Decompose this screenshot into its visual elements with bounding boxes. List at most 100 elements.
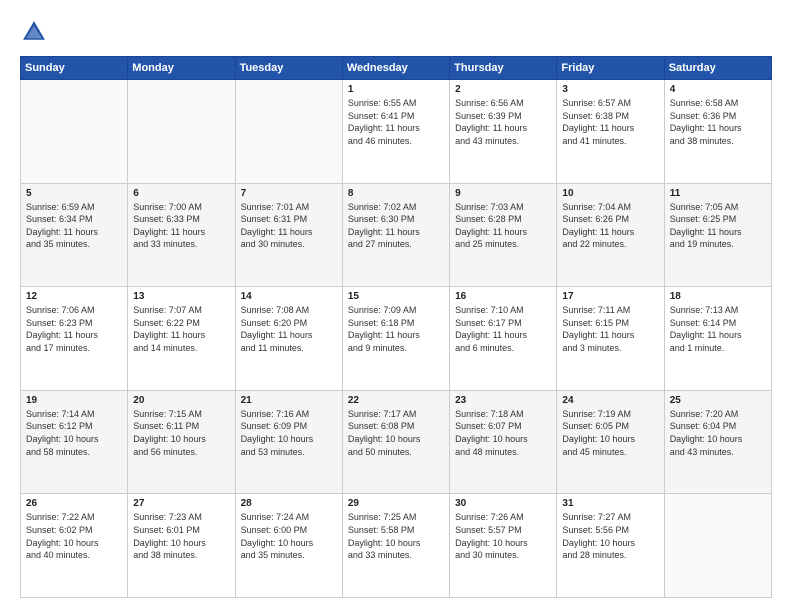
day-info: Sunrise: 7:03 AM Sunset: 6:28 PM Dayligh… [455,201,551,251]
day-info: Sunrise: 7:27 AM Sunset: 5:56 PM Dayligh… [562,511,658,561]
weekday-header: Thursday [450,57,557,80]
weekday-header: Wednesday [342,57,449,80]
day-number: 17 [562,291,658,302]
day-info: Sunrise: 6:58 AM Sunset: 6:36 PM Dayligh… [670,97,766,147]
day-info: Sunrise: 7:08 AM Sunset: 6:20 PM Dayligh… [241,304,337,354]
calendar-row: 26 Sunrise: 7:22 AM Sunset: 6:02 PM Dayli… [21,494,772,598]
day-number: 2 [455,84,551,95]
weekday-header: Sunday [21,57,128,80]
calendar-cell [21,80,128,184]
day-number: 23 [455,395,551,406]
day-info: Sunrise: 7:00 AM Sunset: 6:33 PM Dayligh… [133,201,229,251]
day-number: 10 [562,188,658,199]
day-number: 9 [455,188,551,199]
day-info: Sunrise: 7:26 AM Sunset: 5:57 PM Dayligh… [455,511,551,561]
calendar-cell: 28 Sunrise: 7:24 AM Sunset: 6:00 PM Dayli… [235,494,342,598]
calendar-cell: 8 Sunrise: 7:02 AM Sunset: 6:30 PM Daylig… [342,183,449,287]
calendar-cell: 30 Sunrise: 7:26 AM Sunset: 5:57 PM Dayli… [450,494,557,598]
day-number: 20 [133,395,229,406]
calendar-cell: 6 Sunrise: 7:00 AM Sunset: 6:33 PM Daylig… [128,183,235,287]
calendar-cell: 17 Sunrise: 7:11 AM Sunset: 6:15 PM Dayli… [557,287,664,391]
day-info: Sunrise: 7:17 AM Sunset: 6:08 PM Dayligh… [348,408,444,458]
day-number: 11 [670,188,766,199]
calendar-header-row: SundayMondayTuesdayWednesdayThursdayFrid… [21,57,772,80]
weekday-header: Friday [557,57,664,80]
day-info: Sunrise: 7:23 AM Sunset: 6:01 PM Dayligh… [133,511,229,561]
day-info: Sunrise: 7:06 AM Sunset: 6:23 PM Dayligh… [26,304,122,354]
day-info: Sunrise: 7:19 AM Sunset: 6:05 PM Dayligh… [562,408,658,458]
day-number: 5 [26,188,122,199]
calendar-cell: 31 Sunrise: 7:27 AM Sunset: 5:56 PM Dayli… [557,494,664,598]
page: SundayMondayTuesdayWednesdayThursdayFrid… [0,0,792,612]
calendar-table: SundayMondayTuesdayWednesdayThursdayFrid… [20,56,772,598]
day-number: 14 [241,291,337,302]
calendar-cell: 5 Sunrise: 6:59 AM Sunset: 6:34 PM Daylig… [21,183,128,287]
day-number: 15 [348,291,444,302]
calendar-cell: 16 Sunrise: 7:10 AM Sunset: 6:17 PM Dayli… [450,287,557,391]
weekday-header: Tuesday [235,57,342,80]
day-number: 29 [348,498,444,509]
calendar-cell [664,494,771,598]
logo-icon [20,18,48,46]
day-number: 3 [562,84,658,95]
day-info: Sunrise: 7:25 AM Sunset: 5:58 PM Dayligh… [348,511,444,561]
calendar-row: 5 Sunrise: 6:59 AM Sunset: 6:34 PM Daylig… [21,183,772,287]
day-number: 30 [455,498,551,509]
calendar-cell: 13Sunrise: 7:07 AM Sunset: 6:22 PM Dayli… [128,287,235,391]
calendar-cell: 19 Sunrise: 7:14 AM Sunset: 6:12 PM Dayli… [21,390,128,494]
day-info: Sunrise: 7:14 AM Sunset: 6:12 PM Dayligh… [26,408,122,458]
logo [20,18,52,46]
day-number: 6 [133,188,229,199]
weekday-header: Saturday [664,57,771,80]
calendar-cell: 24 Sunrise: 7:19 AM Sunset: 6:05 PM Dayli… [557,390,664,494]
day-info: Sunrise: 7:05 AM Sunset: 6:25 PM Dayligh… [670,201,766,251]
day-info: Sunrise: 7:09 AM Sunset: 6:18 PM Dayligh… [348,304,444,354]
calendar-cell [128,80,235,184]
calendar-cell: 2 Sunrise: 6:56 AM Sunset: 6:39 PM Daylig… [450,80,557,184]
calendar-cell: 10Sunrise: 7:04 AM Sunset: 6:26 PM Dayli… [557,183,664,287]
day-info: Sunrise: 6:57 AM Sunset: 6:38 PM Dayligh… [562,97,658,147]
day-number: 8 [348,188,444,199]
day-info: Sunrise: 6:55 AM Sunset: 6:41 PM Dayligh… [348,97,444,147]
day-info: Sunrise: 7:22 AM Sunset: 6:02 PM Dayligh… [26,511,122,561]
calendar-cell: 23Sunrise: 7:18 AM Sunset: 6:07 PM Dayli… [450,390,557,494]
day-info: Sunrise: 7:15 AM Sunset: 6:11 PM Dayligh… [133,408,229,458]
day-number: 19 [26,395,122,406]
day-number: 28 [241,498,337,509]
calendar-row: 19 Sunrise: 7:14 AM Sunset: 6:12 PM Dayli… [21,390,772,494]
calendar-cell: 20 Sunrise: 7:15 AM Sunset: 6:11 PM Dayli… [128,390,235,494]
day-info: Sunrise: 7:24 AM Sunset: 6:00 PM Dayligh… [241,511,337,561]
calendar-row: 1 Sunrise: 6:55 AM Sunset: 6:41 PM Daylig… [21,80,772,184]
day-number: 31 [562,498,658,509]
calendar-cell: 25Sunrise: 7:20 AM Sunset: 6:04 PM Dayli… [664,390,771,494]
calendar-cell: 1 Sunrise: 6:55 AM Sunset: 6:41 PM Daylig… [342,80,449,184]
calendar-cell: 11 Sunrise: 7:05 AM Sunset: 6:25 PM Dayli… [664,183,771,287]
day-number: 24 [562,395,658,406]
day-info: Sunrise: 7:10 AM Sunset: 6:17 PM Dayligh… [455,304,551,354]
calendar-cell: 21 Sunrise: 7:16 AM Sunset: 6:09 PM Dayli… [235,390,342,494]
calendar-cell: 27Sunrise: 7:23 AM Sunset: 6:01 PM Dayli… [128,494,235,598]
day-info: Sunrise: 7:16 AM Sunset: 6:09 PM Dayligh… [241,408,337,458]
calendar-row: 12Sunrise: 7:06 AM Sunset: 6:23 PM Dayli… [21,287,772,391]
day-info: Sunrise: 7:13 AM Sunset: 6:14 PM Dayligh… [670,304,766,354]
calendar-cell: 26 Sunrise: 7:22 AM Sunset: 6:02 PM Dayli… [21,494,128,598]
day-number: 18 [670,291,766,302]
day-number: 21 [241,395,337,406]
day-info: Sunrise: 6:56 AM Sunset: 6:39 PM Dayligh… [455,97,551,147]
day-number: 16 [455,291,551,302]
day-info: Sunrise: 7:02 AM Sunset: 6:30 PM Dayligh… [348,201,444,251]
day-info: Sunrise: 6:59 AM Sunset: 6:34 PM Dayligh… [26,201,122,251]
calendar-cell: 15 Sunrise: 7:09 AM Sunset: 6:18 PM Dayli… [342,287,449,391]
day-number: 1 [348,84,444,95]
calendar-cell: 22 Sunrise: 7:17 AM Sunset: 6:08 PM Dayli… [342,390,449,494]
calendar-cell: 3 Sunrise: 6:57 AM Sunset: 6:38 PM Daylig… [557,80,664,184]
calendar-cell: 9 Sunrise: 7:03 AM Sunset: 6:28 PM Daylig… [450,183,557,287]
day-number: 26 [26,498,122,509]
calendar-cell: 18 Sunrise: 7:13 AM Sunset: 6:14 PM Dayli… [664,287,771,391]
header [20,18,772,46]
day-number: 4 [670,84,766,95]
day-info: Sunrise: 7:01 AM Sunset: 6:31 PM Dayligh… [241,201,337,251]
day-number: 22 [348,395,444,406]
day-info: Sunrise: 7:11 AM Sunset: 6:15 PM Dayligh… [562,304,658,354]
day-info: Sunrise: 7:20 AM Sunset: 6:04 PM Dayligh… [670,408,766,458]
